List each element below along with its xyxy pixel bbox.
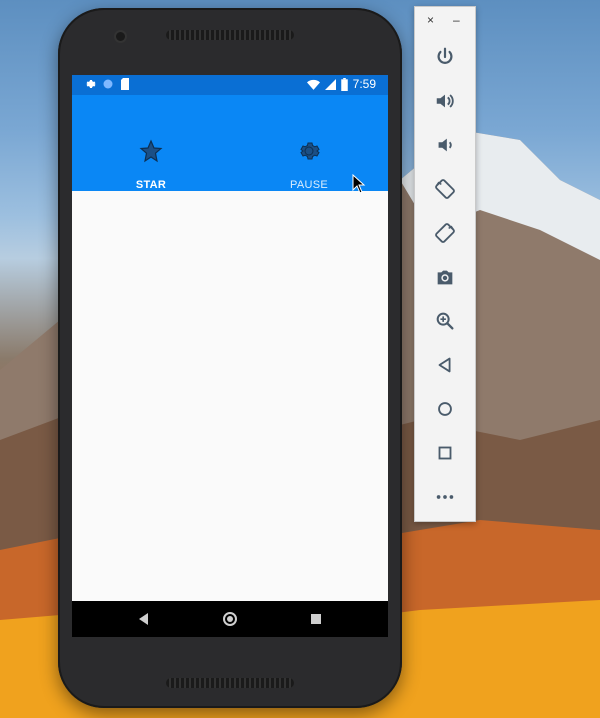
rotate-left-button[interactable] — [433, 177, 457, 201]
star-icon — [139, 139, 163, 163]
battery-icon — [340, 77, 348, 91]
sync-icon — [103, 79, 113, 89]
rotate-right-icon — [435, 223, 455, 243]
close-icon[interactable]: × — [427, 13, 434, 27]
bottom-speaker-grille — [166, 678, 294, 688]
emulator-toolbar: × – — [414, 6, 476, 522]
wifi-icon — [306, 79, 320, 90]
power-icon — [437, 47, 453, 64]
navigation-bar — [72, 601, 388, 637]
more-icon — [436, 495, 454, 499]
gear-icon — [300, 142, 320, 160]
volume-up-button[interactable] — [433, 89, 457, 113]
zoom-icon — [436, 312, 454, 330]
android-phone-frame: 7:59 STAR PAUSE — [58, 8, 402, 708]
sd-card-icon — [121, 78, 129, 90]
status-bar: 7:59 — [72, 75, 388, 95]
front-camera — [116, 32, 125, 41]
minimize-icon[interactable]: – — [453, 13, 460, 27]
overview-button[interactable] — [433, 441, 457, 465]
tab-star-label: STAR — [135, 179, 167, 191]
rotate-right-button[interactable] — [433, 221, 457, 245]
signal-icon — [324, 78, 336, 90]
home-icon — [438, 402, 452, 416]
tab-bar: STAR PAUSE — [72, 95, 388, 211]
volume-up-icon — [436, 94, 454, 108]
settings-icon — [86, 80, 96, 88]
zoom-button[interactable] — [433, 309, 457, 333]
back-button[interactable] — [433, 353, 457, 377]
top-speaker-grille — [166, 30, 294, 40]
back-icon[interactable] — [136, 611, 152, 627]
tab-star[interactable]: STAR — [72, 95, 230, 191]
content-area — [72, 191, 388, 601]
back-icon — [438, 357, 451, 373]
status-time: 7:59 — [352, 77, 376, 91]
screenshot-button[interactable] — [433, 265, 457, 289]
phone-screen: 7:59 STAR PAUSE — [72, 75, 388, 637]
power-button[interactable] — [433, 45, 457, 69]
volume-down-button[interactable] — [433, 133, 457, 157]
more-button[interactable] — [433, 485, 457, 509]
overview-icon — [438, 446, 452, 460]
rotate-left-icon — [435, 179, 455, 199]
home-icon[interactable] — [222, 611, 238, 627]
mouse-cursor-icon — [352, 174, 366, 194]
camera-icon — [437, 270, 453, 285]
home-button[interactable] — [433, 397, 457, 421]
recents-icon[interactable] — [308, 611, 324, 627]
volume-down-icon — [438, 138, 452, 152]
